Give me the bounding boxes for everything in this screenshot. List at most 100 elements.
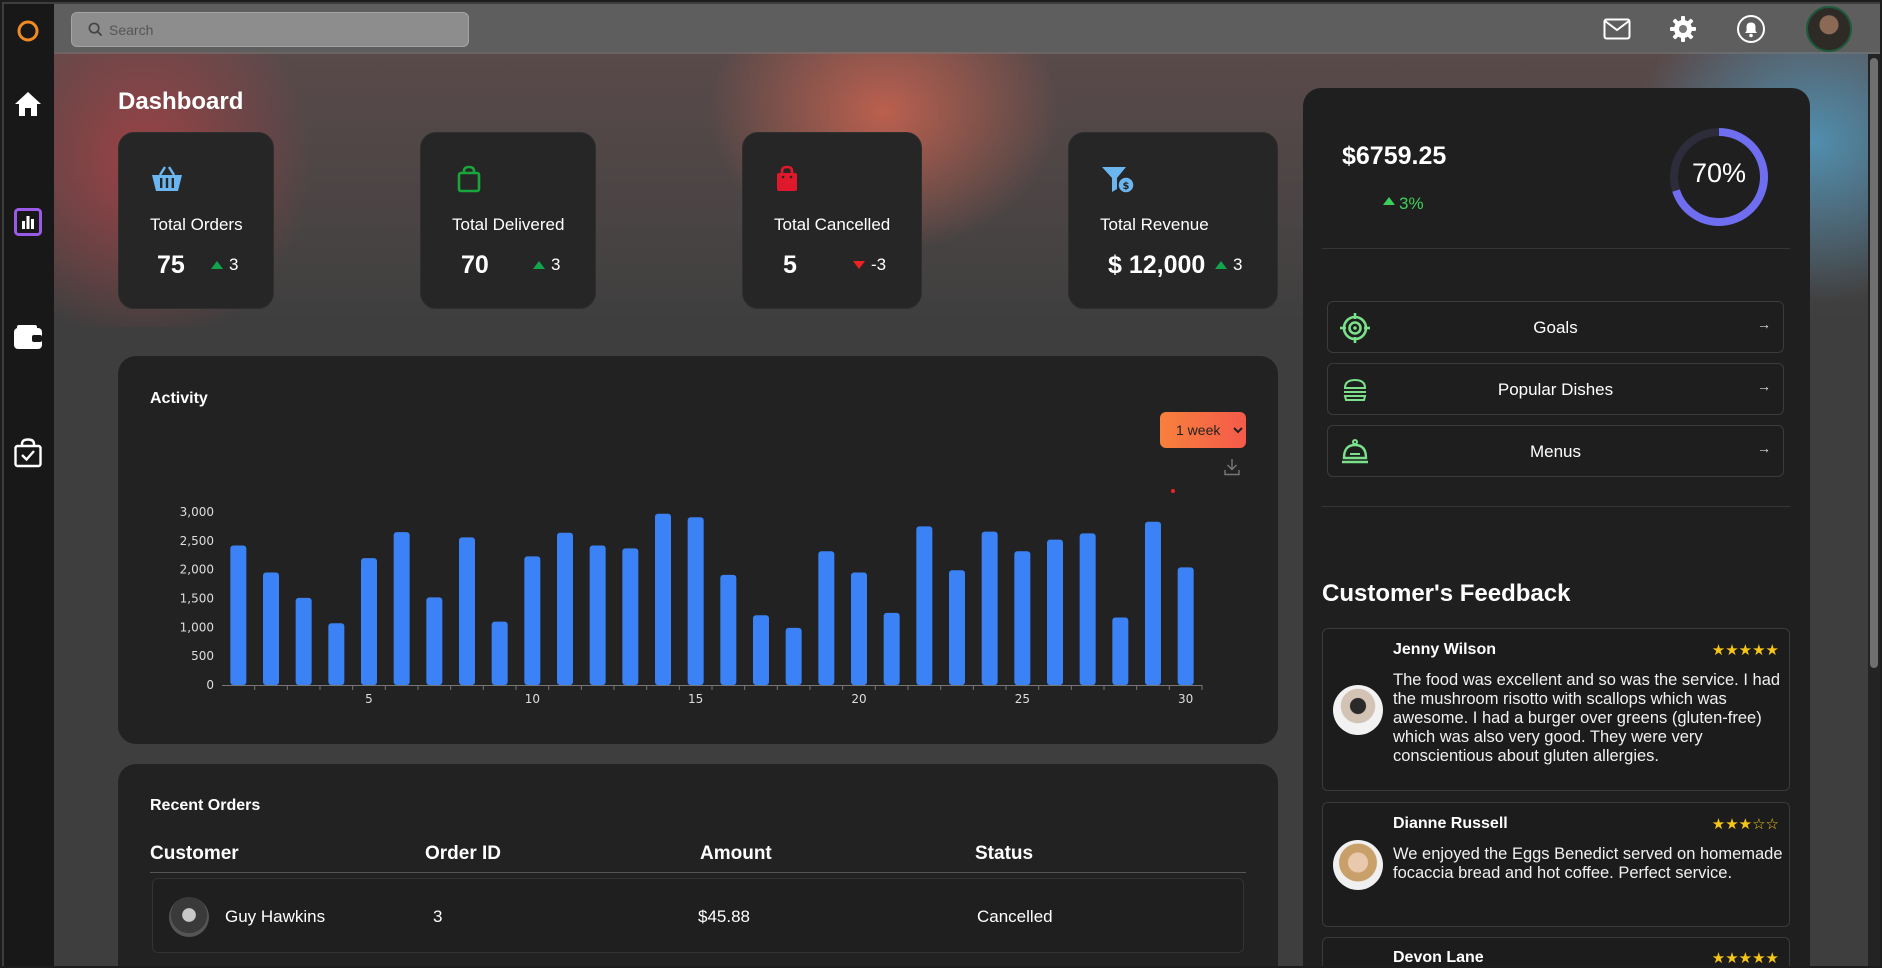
user-avatar[interactable] <box>1806 6 1852 52</box>
chart-bar[interactable] <box>720 574 737 685</box>
logo-ring-icon[interactable] <box>2 19 54 43</box>
order-status: Cancelled <box>977 907 1053 926</box>
notification-bell-icon[interactable] <box>1734 12 1768 46</box>
y-tick-label: 1,500 <box>180 592 214 606</box>
app-window: Dashboard Total Orders 75 3 Total Delive… <box>0 0 1882 968</box>
x-tick-label: 30 <box>1178 692 1193 706</box>
chart-bar[interactable] <box>295 597 312 685</box>
stat-value: 5 <box>783 251 797 279</box>
column-header-amount[interactable]: Amount <box>700 843 772 865</box>
chart-bar[interactable] <box>818 551 835 685</box>
chart-bar[interactable] <box>655 513 671 685</box>
column-header-order-id[interactable]: Order ID <box>425 843 501 865</box>
feedback-card[interactable]: Devon Lane ★★★★★ <box>1322 937 1790 966</box>
chart-bar[interactable] <box>557 532 573 685</box>
activity-bar-chart: 0 500 1,000 1,500 2,000 2,500 3,000 5 10 15 20 25 30 <box>180 505 1203 706</box>
chart-bar[interactable] <box>1014 551 1031 685</box>
y-tick-label: 0 <box>206 678 214 692</box>
table-divider <box>150 872 1246 873</box>
rating-stars: ★★★★★ <box>1711 642 1779 659</box>
chart-marker-dot <box>1171 489 1175 493</box>
mail-icon[interactable] <box>1600 12 1634 46</box>
trend-up-icon <box>211 261 223 269</box>
chart-bar[interactable] <box>361 558 377 685</box>
chart-bar[interactable] <box>1112 617 1129 685</box>
feedback-card[interactable]: Dianne Russell ★★★☆☆ We enjoyed the Eggs… <box>1322 802 1790 927</box>
chart-bar[interactable] <box>687 517 704 685</box>
revenue-filter-icon: $ <box>1101 165 1135 200</box>
wallet-icon[interactable] <box>2 324 54 350</box>
chart-bar[interactable] <box>524 556 541 685</box>
recent-orders-title: Recent Orders <box>150 797 261 814</box>
chart-bar[interactable] <box>328 623 345 685</box>
stat-label: Total Delivered <box>452 215 565 234</box>
feedback-card[interactable]: Jenny Wilson ★★★★★ The food was excellen… <box>1322 628 1790 791</box>
arrow-right-icon: → <box>1757 316 1771 332</box>
period-select[interactable]: 1 week <box>1160 412 1246 448</box>
stat-card-total-revenue: $ Total Revenue $ 12,000 3 <box>1068 132 1278 309</box>
search-icon <box>88 22 103 37</box>
chart-bar[interactable] <box>622 548 639 685</box>
chart-bar[interactable] <box>1079 533 1096 685</box>
chart-bar[interactable] <box>753 615 769 685</box>
customer-name: Guy Hawkins <box>225 907 326 926</box>
summary-change: 3% <box>1383 194 1424 214</box>
chart-bar[interactable] <box>426 597 443 685</box>
arrow-right-icon: → <box>1757 378 1771 394</box>
chart-bar[interactable] <box>949 570 965 685</box>
y-tick-label: 500 <box>191 649 214 663</box>
popular-dishes-link[interactable]: Popular Dishes → <box>1327 363 1784 415</box>
x-tick-label: 10 <box>525 692 540 706</box>
y-tick-label: 1,000 <box>180 620 214 634</box>
gear-icon[interactable] <box>1666 12 1700 46</box>
stat-label: Total Cancelled <box>774 215 891 234</box>
stat-card-total-cancelled: Total Cancelled 5 -3 <box>742 132 922 309</box>
scrollbar-thumb[interactable] <box>1870 58 1878 668</box>
stat-label: Total Revenue <box>1100 215 1209 234</box>
chart-bar[interactable] <box>1047 539 1063 685</box>
feedback-title: Customer's Feedback <box>1322 580 1571 607</box>
stat-delta: 3 <box>211 255 238 275</box>
search-input[interactable] <box>109 21 449 38</box>
chart-bar[interactable] <box>981 531 998 685</box>
reviewer-avatar <box>1333 840 1383 890</box>
trend-up-icon <box>533 261 545 269</box>
chart-bar[interactable] <box>393 532 410 685</box>
home-icon[interactable] <box>2 90 54 118</box>
chart-bar[interactable] <box>916 526 933 685</box>
chart-bar[interactable] <box>883 612 900 685</box>
download-icon[interactable] <box>1224 458 1240 481</box>
chart-bar[interactable] <box>459 537 475 685</box>
reviewer-name: Dianne Russell <box>1393 815 1508 832</box>
chart-bar[interactable] <box>851 572 867 685</box>
y-tick-label: 2,000 <box>180 563 214 577</box>
menus-link[interactable]: Menus → <box>1327 425 1784 477</box>
chart-bar[interactable] <box>491 621 508 685</box>
summary-change-value: 3% <box>1399 194 1424 213</box>
stat-delta-value: 3 <box>1233 255 1243 274</box>
stat-delta-value: 3 <box>551 255 561 274</box>
chart-bar[interactable] <box>785 627 802 685</box>
chart-bar[interactable] <box>1145 521 1161 685</box>
order-amount: $45.88 <box>698 907 750 926</box>
column-header-status[interactable]: Status <box>975 843 1033 865</box>
chart-bar[interactable] <box>589 545 606 685</box>
trend-up-icon <box>1383 197 1395 205</box>
arrow-right-icon: → <box>1757 440 1771 456</box>
column-header-customer[interactable]: Customer <box>150 843 239 865</box>
stat-delta-value: 3 <box>229 255 239 274</box>
search-box[interactable] <box>71 12 469 47</box>
reviewer-avatar <box>1333 685 1383 735</box>
goals-link[interactable]: Goals → <box>1327 301 1784 353</box>
scrollbar[interactable] <box>1868 54 1880 966</box>
stat-delta: 3 <box>533 255 560 275</box>
table-row[interactable]: Guy Hawkins 3 $45.88 Cancelled <box>152 878 1244 953</box>
chart-bar[interactable] <box>263 572 279 685</box>
shopping-bag-check-icon[interactable] <box>2 438 54 468</box>
chart-bar[interactable] <box>1177 567 1194 685</box>
sidebar <box>4 4 54 966</box>
analytics-icon[interactable] <box>2 208 54 236</box>
chart-bar[interactable] <box>230 545 247 685</box>
review-text: The food was excellent and so was the se… <box>1393 671 1781 765</box>
x-tick-label: 5 <box>365 692 373 706</box>
